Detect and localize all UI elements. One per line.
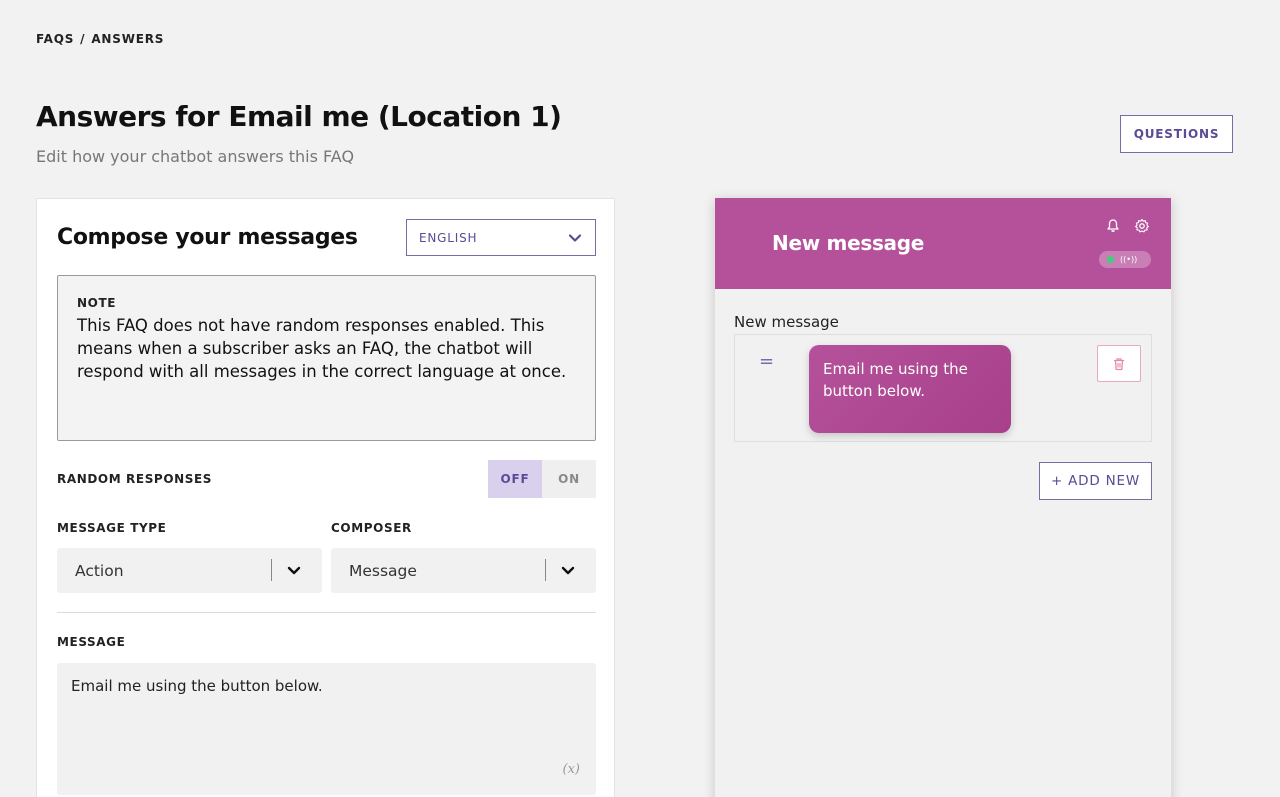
drag-handle-icon[interactable]: =: [759, 351, 774, 372]
variable-insert-icon[interactable]: (x): [563, 762, 580, 777]
message-textarea[interactable]: Email me using the button below. (x): [57, 663, 596, 795]
breadcrumb: FAQS / ANSWERS: [36, 32, 164, 46]
questions-button[interactable]: QUESTIONS: [1120, 115, 1233, 153]
message-bubble[interactable]: Email me using the button below.: [809, 345, 1011, 433]
note-text: This FAQ does not have random responses …: [77, 316, 567, 381]
message-row: = Email me using the button below.: [734, 334, 1152, 442]
composer-label: COMPOSER: [331, 521, 412, 535]
select-divider: [545, 559, 546, 581]
toggle-off-option[interactable]: OFF: [488, 460, 542, 498]
random-responses-toggle[interactable]: OFF ON: [488, 460, 596, 498]
preview-header-title: New message: [772, 231, 925, 255]
compose-card: Compose your messages ENGLISH NOTE This …: [36, 198, 615, 797]
page-subtitle: Edit how your chatbot answers this FAQ: [36, 147, 355, 166]
language-select-value: ENGLISH: [419, 230, 478, 245]
language-select[interactable]: ENGLISH: [406, 219, 596, 256]
delete-message-button[interactable]: [1097, 345, 1141, 382]
trash-icon: [1113, 357, 1125, 370]
select-divider: [271, 559, 272, 581]
toggle-on-option[interactable]: ON: [542, 460, 596, 498]
compose-title: Compose your messages: [57, 225, 358, 250]
preview-header: New message ((•)): [715, 198, 1171, 289]
page-title: Answers for Email me (Location 1): [36, 100, 562, 133]
message-label: MESSAGE: [57, 635, 126, 649]
bell-icon[interactable]: [1105, 218, 1121, 234]
breadcrumb-current: ANSWERS: [91, 32, 165, 46]
chevron-down-icon: [561, 566, 575, 575]
message-preview-panel: New message ((•)) New message = Email me…: [715, 198, 1171, 797]
chevron-down-icon: [568, 233, 582, 242]
chevron-down-icon: [287, 566, 301, 575]
status-indicator: ((•)): [1099, 251, 1151, 268]
message-type-select[interactable]: Action: [57, 548, 322, 593]
gear-icon[interactable]: [1134, 218, 1150, 234]
message-type-label: MESSAGE TYPE: [57, 521, 167, 535]
preview-section-label: New message: [734, 313, 839, 331]
composer-value: Message: [349, 561, 417, 580]
online-dot: [1107, 256, 1114, 263]
random-responses-label: RANDOM RESPONSES: [57, 472, 213, 486]
add-new-message-button[interactable]: + ADD NEW: [1039, 462, 1152, 500]
breadcrumb-separator: /: [80, 32, 86, 46]
composer-select[interactable]: Message: [331, 548, 596, 593]
message-text: Email me using the button below.: [71, 677, 323, 695]
broadcast-icon: ((•)): [1120, 255, 1138, 264]
message-type-value: Action: [75, 561, 124, 580]
note-box: NOTE This FAQ does not have random respo…: [57, 275, 596, 441]
note-label: NOTE: [77, 296, 117, 310]
breadcrumb-faqs-link[interactable]: FAQS: [36, 32, 74, 46]
section-divider: [57, 612, 596, 613]
